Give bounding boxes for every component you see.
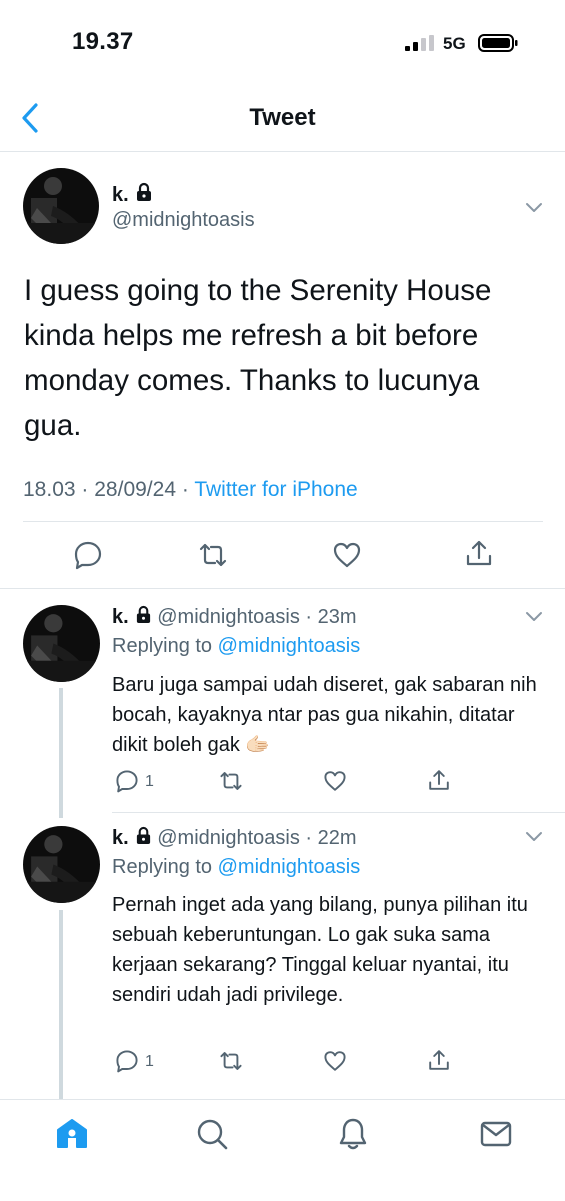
lock-icon bbox=[136, 182, 151, 201]
lock-icon bbox=[136, 826, 150, 844]
section-divider bbox=[0, 588, 565, 589]
tweet-date: 28/09/24 bbox=[94, 478, 176, 501]
reply-header: k. @midnightoasis · 22m bbox=[112, 826, 357, 850]
handle[interactable]: @midnightoasis bbox=[157, 827, 300, 849]
display-name-text: k. bbox=[112, 184, 129, 206]
retweet-icon[interactable] bbox=[219, 1049, 243, 1073]
reply-count: 1 bbox=[145, 773, 154, 790]
reply-count: 1 bbox=[145, 1053, 154, 1070]
replying-to-label: Replying to bbox=[112, 635, 213, 657]
share-icon[interactable] bbox=[427, 768, 451, 792]
tweet-time: 18.03 bbox=[23, 478, 76, 501]
chevron-down-icon[interactable] bbox=[525, 831, 543, 843]
handle[interactable]: @midnightoasis bbox=[157, 606, 300, 628]
meta-separator: · bbox=[181, 478, 189, 501]
handle[interactable]: @midnightoasis bbox=[112, 209, 255, 232]
like-icon[interactable] bbox=[323, 769, 347, 793]
avatar[interactable] bbox=[23, 605, 100, 682]
divider bbox=[23, 521, 543, 522]
avatar[interactable] bbox=[23, 826, 100, 903]
retweet-icon[interactable] bbox=[219, 769, 243, 793]
reply-icon[interactable] bbox=[73, 540, 103, 570]
display-name[interactable]: k. bbox=[112, 606, 129, 628]
home-icon[interactable] bbox=[55, 1117, 89, 1151]
avatar[interactable] bbox=[23, 168, 99, 244]
notifications-icon[interactable] bbox=[336, 1117, 370, 1151]
network-label: 5G bbox=[443, 34, 466, 53]
reply-text: Baru juga sampai udah diseret, gak sabar… bbox=[112, 674, 537, 756]
display-name[interactable]: k. bbox=[112, 827, 129, 849]
tweet-text: I guess going to the Serenity House kind… bbox=[24, 274, 492, 442]
tab-bar bbox=[0, 1099, 565, 1201]
chevron-down-icon[interactable] bbox=[525, 202, 543, 214]
meta-separator: · bbox=[81, 478, 89, 501]
tweet-meta: 18.03 · 28/09/24 · Twitter for iPhone bbox=[23, 478, 358, 502]
reply-time: · 23m bbox=[305, 606, 357, 628]
status-time: 19.37 bbox=[72, 28, 134, 55]
reply-icon[interactable] bbox=[115, 769, 139, 793]
thread-line bbox=[59, 910, 63, 1100]
share-icon[interactable] bbox=[427, 1048, 451, 1072]
like-icon[interactable] bbox=[332, 540, 362, 570]
lock-icon bbox=[136, 605, 150, 623]
reply-header: k. @midnightoasis · 23m bbox=[112, 605, 357, 629]
reply-time: · 22m bbox=[305, 827, 357, 849]
reply-icon[interactable] bbox=[115, 1049, 139, 1073]
avatar-photo bbox=[23, 605, 100, 682]
avatar-photo bbox=[23, 168, 99, 244]
page-title: Tweet bbox=[249, 104, 316, 131]
chevron-down-icon[interactable] bbox=[525, 611, 543, 623]
signal-icon bbox=[405, 35, 434, 51]
like-icon[interactable] bbox=[323, 1049, 347, 1073]
replying-to-handle[interactable]: @midnightoasis bbox=[218, 856, 361, 878]
share-icon[interactable] bbox=[464, 538, 494, 568]
replying-to: Replying to @midnightoasis bbox=[112, 635, 360, 658]
tweet-source-link[interactable]: Twitter for iPhone bbox=[194, 478, 357, 501]
header-divider bbox=[0, 151, 565, 152]
search-icon[interactable] bbox=[195, 1117, 229, 1151]
replying-to-label: Replying to bbox=[112, 856, 213, 878]
retweet-icon[interactable] bbox=[198, 540, 228, 570]
messages-icon[interactable] bbox=[479, 1117, 513, 1151]
battery-icon bbox=[478, 34, 518, 52]
replying-to-handle[interactable]: @midnightoasis bbox=[218, 635, 361, 657]
thread-line bbox=[59, 688, 63, 818]
avatar-photo bbox=[23, 826, 100, 903]
replying-to: Replying to @midnightoasis bbox=[112, 856, 360, 879]
reply-text: Pernah inget ada yang bilang, punya pili… bbox=[112, 894, 528, 1006]
reply-divider bbox=[112, 812, 565, 813]
display-name[interactable]: k. bbox=[112, 182, 153, 207]
